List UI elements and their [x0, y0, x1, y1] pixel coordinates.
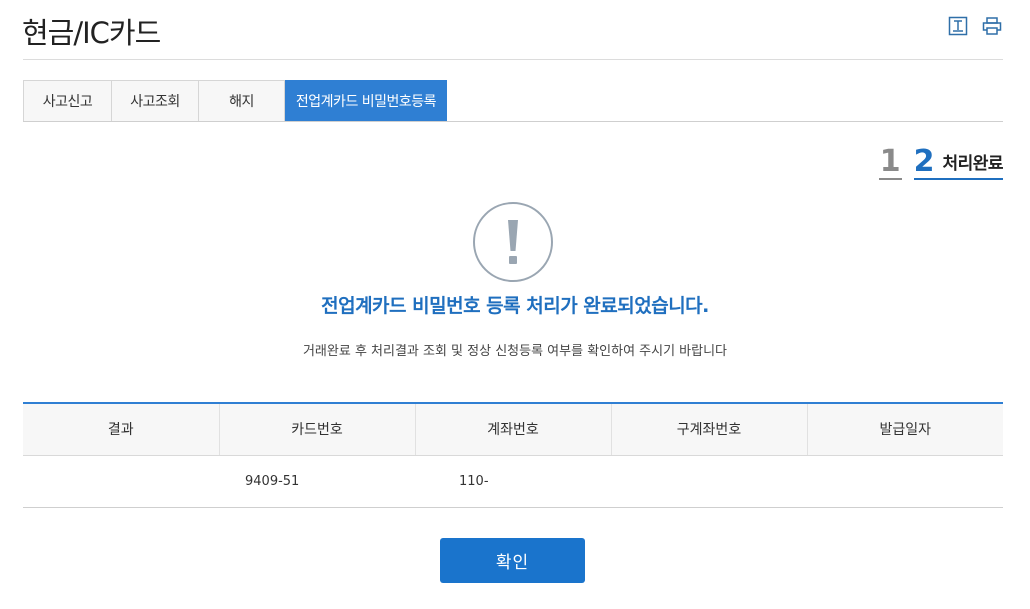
table-row: 9409-51 110- [23, 455, 1003, 508]
step-indicator: 1 2 처리완료 [878, 144, 1003, 180]
cell-old-account-number [611, 455, 807, 508]
header-issue-date: 발급일자 [806, 403, 1003, 456]
cell-issue-date [807, 455, 1003, 508]
table-header-row: 결과 카드번호 계좌번호 구계좌번호 발급일자 [23, 403, 1003, 456]
print-icon[interactable] [982, 16, 1002, 36]
result-subtitle: 거래완료 후 처리결과 조회 및 정상 신청등록 여부를 확인하여 주시기 바랍… [302, 344, 728, 359]
header-card-number: 카드번호 [218, 403, 415, 456]
tab-divider [23, 121, 1003, 122]
page-title: 현금/IC카드 [22, 16, 161, 50]
header-old-account-number: 구계좌번호 [610, 403, 807, 456]
tab-accident-report[interactable]: 사고신고 [23, 80, 111, 122]
tab-termination[interactable]: 해지 [198, 80, 285, 122]
download-icon[interactable] [948, 16, 968, 36]
tab-accident-inquiry[interactable]: 사고조회 [111, 80, 198, 122]
title-divider [23, 59, 1003, 60]
page: 현금/IC카드 사고신고 사고조회 해지 전업계카드 비밀번호등록 1 2 처리… [0, 0, 1030, 609]
result-table: 결과 카드번호 계좌번호 구계좌번호 발급일자 9409-51 110- [23, 402, 1003, 508]
exclamation-circle-icon [473, 202, 553, 282]
confirm-button[interactable]: 확인 [440, 538, 585, 583]
step-2-number: 2 [913, 144, 935, 179]
header-actions [948, 16, 1002, 36]
header-account-number: 계좌번호 [414, 403, 611, 456]
cell-card-number: 9409-51 [219, 455, 415, 508]
step-1: 1 [878, 144, 902, 180]
result-title: 전업계카드 비밀번호 등록 처리가 완료되었습니다. [321, 295, 709, 317]
step-2-label: 처리완료 [942, 154, 1003, 174]
cell-result [23, 455, 219, 508]
tab-bar: 사고신고 사고조회 해지 전업계카드 비밀번호등록 [23, 80, 447, 122]
step-2-current: 2 처리완료 [913, 144, 1003, 180]
cell-account-number: 110- [415, 455, 611, 508]
tab-card-password-registration[interactable]: 전업계카드 비밀번호등록 [285, 80, 447, 122]
header-result: 결과 [23, 403, 219, 456]
